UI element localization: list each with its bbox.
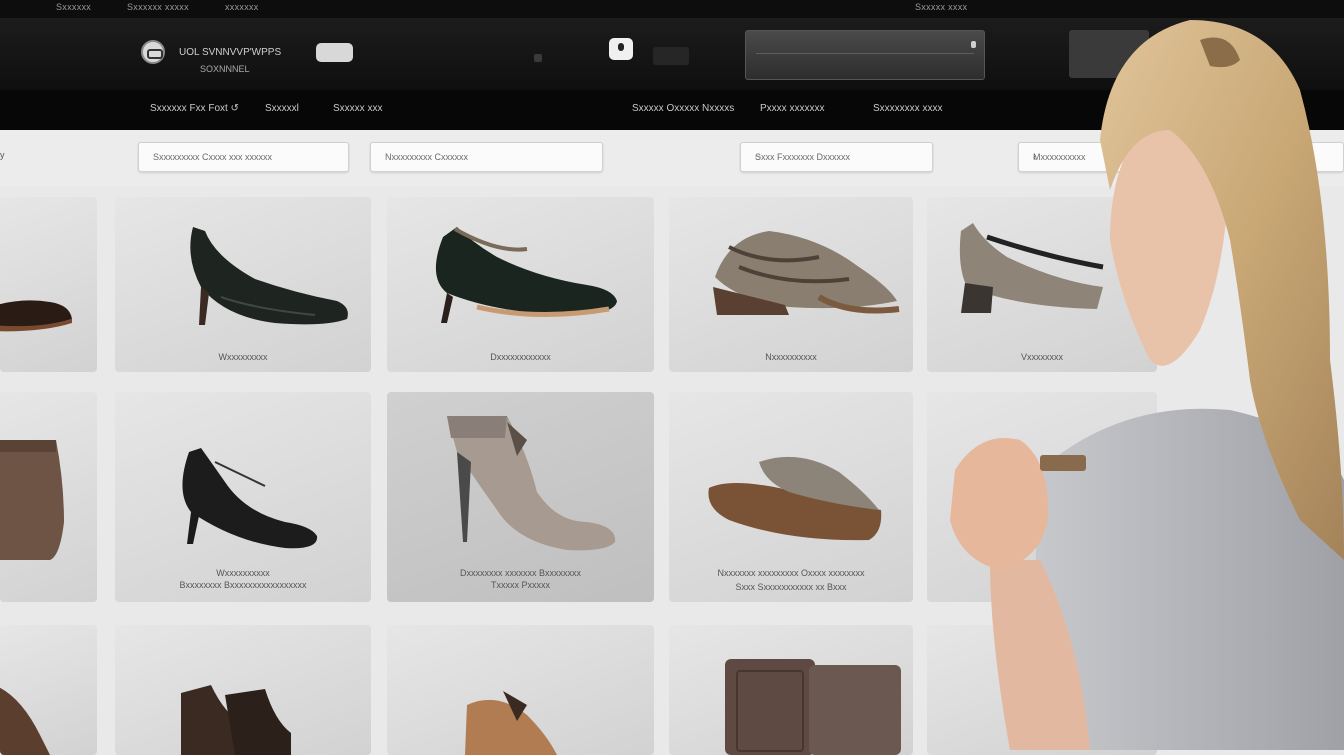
product-card[interactable] [387,625,654,755]
main-nav: Sxxxxxx Fxx Foxt ↺ Sxxxxxl Sxxxxx xxx Sx… [0,90,1344,130]
product-card[interactable]: Nxxxxxxx xxxxxxxxx Oxxxx xxxxxxxx Sxxx S… [669,392,913,602]
product-card[interactable] [927,392,1157,602]
header-search-box[interactable] [745,30,985,80]
header-dot-icon [534,54,542,62]
tan-heel-image [465,691,557,755]
product-card[interactable]: Vxxxxxxxx [927,197,1157,372]
brand-logo-icon[interactable] [141,40,165,64]
top-utility-bar: Sxxxxxx Sxxxxxx xxxxx xxxxxxx Sxxxxx xxx… [0,0,1344,18]
slingback-shoe-image [435,227,617,323]
filter-bar: y Sxxxxxxxxx Cxxxx xxx xxxxxx Nxxxxxxxxx… [0,130,1344,186]
flat-shoe-image [0,300,72,332]
sandal-image [713,231,900,315]
product-card[interactable]: Wxxxxxxxxxx Bxxxxxxxx Bxxxxxxxxxxxxxxxxx [115,392,371,602]
product-card[interactable] [669,625,913,755]
nav-item-3[interactable]: Sxxxxx xxx [333,103,382,114]
top-link-2[interactable]: Sxxxxxx xxxxx [127,2,189,12]
product-card[interactable] [927,625,1157,755]
product-caption-sub: Sxxx Sxxxxxxxxxxx xx Bxxx [735,582,847,592]
refresh-icon[interactable]: ◌ [755,152,910,163]
nav-item-2[interactable]: Sxxxxxl [265,103,299,114]
product-caption: Dxxxxxxxx xxxxxxx Bxxxxxxxx [459,568,581,578]
product-card[interactable] [0,625,97,755]
brand-tagline: SOXNNNEL [200,64,250,74]
site-header: UOL SVNNVVP'WPPS SOXNNNEL [0,18,1344,90]
user-icon[interactable] [609,38,633,60]
product-card[interactable]: Dxxxxxxxx xxxxxxx Bxxxxxxxx Txxxxx Pxxxx… [387,392,654,602]
block-heel-shoe-image [959,223,1104,313]
product-card[interactable]: Nxxxxxxxxxx [669,197,913,372]
left-marker: y [0,150,5,160]
product-caption: Wxxxxxxxxxx [216,568,270,578]
bag-image [725,659,901,755]
product-caption-sub: Txxxxx Pxxxxx [490,580,550,590]
top-right-text[interactable]: Sxxxxx xxxx [915,2,967,12]
product-caption: Wxxxxxxxxx [218,352,268,362]
product-caption-sub: Bxxxxxxxx Bxxxxxxxxxxxxxxxxx [179,580,307,590]
chevron-icon[interactable] [971,41,976,48]
product-card[interactable]: Dxxxxxxxxxxxx [387,197,654,372]
filter-category[interactable]: Sxxxxxxxxx Cxxxx xxx xxxxxx [138,142,349,172]
nav-item-5[interactable]: Pxxxx xxxxxxx [760,103,824,114]
pump-shoe-image [190,227,348,325]
header-small-button[interactable] [653,47,689,65]
product-card[interactable] [115,625,371,755]
product-card[interactable] [0,392,97,602]
nav-item-1[interactable]: Sxxxxxx Fxx Foxt ↺ [150,103,239,114]
product-caption: Nxxxxxxx xxxxxxxxx Oxxxx xxxxxxxx [717,568,865,578]
brown-boot-image [0,440,64,560]
top-link-3[interactable]: xxxxxxx [225,2,259,12]
lace-boot-image [0,687,50,755]
chevron-left-icon[interactable]: ‹ [1033,152,1339,163]
filter-sort[interactable]: Sxxx Fxxxxxxx Dxxxxxx ◌ [740,142,933,172]
product-card[interactable]: Wxxxxxxxxx [115,197,371,372]
header-secondary-box[interactable] [1069,30,1149,78]
nav-item-6[interactable]: Sxxxxxxxx xxxx [873,103,942,114]
product-caption: Vxxxxxxxx [1020,352,1063,362]
nav-item-4[interactable]: Sxxxxx Oxxxxx Nxxxxs [632,103,734,114]
filter-more[interactable]: Mxxxxxxxxxx ‹ [1018,142,1344,172]
product-caption: Dxxxxxxxxxxxx [490,352,551,362]
product-card[interactable] [0,197,97,372]
top-link-1[interactable]: Sxxxxxx [56,2,91,12]
product-caption: Nxxxxxxxxxx [765,352,817,362]
ankle-boot-image [181,685,291,755]
brand-name[interactable]: UOL SVNNVVP'WPPS [179,47,281,58]
filter-new-collection[interactable]: Nxxxxxxxxx Cxxxxxx [370,142,603,172]
header-pill-button[interactable] [316,43,353,62]
